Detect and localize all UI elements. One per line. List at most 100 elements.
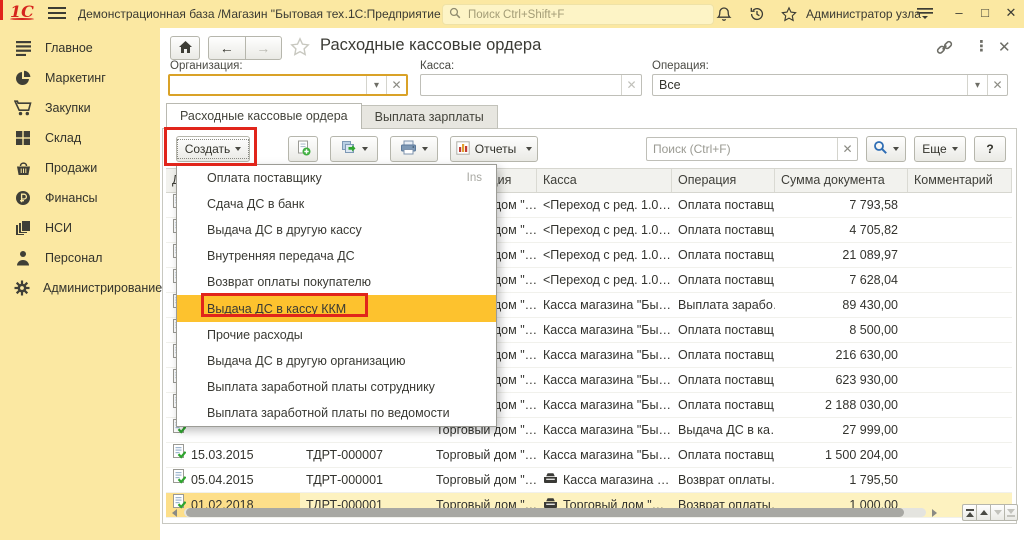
database-title: Демонстрационная база /Магазин "Бытовая … [78, 7, 356, 21]
scrollbar-thumb[interactable] [186, 508, 904, 517]
menu-item-0[interactable]: Оплата поставщикуIns [177, 165, 496, 191]
cart-icon [14, 100, 32, 116]
organization-clear-icon[interactable]: ✕ [386, 76, 406, 94]
search-clear-icon[interactable]: ✕ [837, 138, 857, 160]
close-app-button[interactable]: ✕ [1002, 5, 1020, 21]
operation-clear-icon[interactable]: ✕ [987, 75, 1007, 95]
home-button[interactable] [170, 36, 200, 60]
go-prev-button[interactable] [976, 504, 990, 521]
shortcut-label: Ins [467, 172, 496, 184]
tabs: Расходные кассовые ордераВыплата зарплат… [166, 104, 498, 129]
hamburger-menu-icon[interactable] [48, 6, 66, 23]
ruble-icon [14, 190, 32, 206]
current-user[interactable]: Администратор узла [806, 7, 921, 21]
books-icon [14, 220, 32, 236]
menu-item-3[interactable]: Внутренняя передача ДС [177, 243, 496, 269]
scroll-left-arrow[interactable] [172, 509, 177, 517]
menu-item-7[interactable]: Выдача ДС в другую организацию [177, 348, 496, 374]
list-search-box[interactable]: ✕ [646, 137, 858, 161]
magnifier-icon [873, 140, 888, 158]
create-new-button[interactable] [288, 136, 318, 162]
scroll-right-arrow[interactable] [932, 509, 937, 517]
chevron-down-icon [893, 147, 899, 151]
favorite-star-icon[interactable] [290, 37, 310, 61]
nav-buttons: ← → [208, 36, 282, 60]
column-header-6[interactable]: Комментарий [908, 169, 1012, 192]
favorites-star-icon[interactable] [781, 6, 799, 23]
new-document-icon [296, 140, 311, 159]
kassa-input[interactable]: ✕ [420, 74, 642, 96]
print-button[interactable] [390, 136, 438, 162]
table-row[interactable]: 05.04.2015ТДРТ-000001Торговый дом "…Касс… [166, 468, 1012, 493]
reports-button[interactable]: Отчеты [450, 136, 538, 162]
menu-item-9[interactable]: Выплата заработной платы по ведомости [177, 400, 496, 426]
operation-select[interactable]: Все ▾ ✕ [652, 74, 1008, 96]
global-search-box[interactable] [442, 4, 714, 25]
pie-icon [14, 70, 32, 86]
app-window: 1С Демонстрационная база /Магазин "Бытов… [0, 0, 1024, 540]
create-based-on-button[interactable] [330, 136, 378, 162]
menu-item-1[interactable]: Сдача ДС в банк [177, 191, 496, 217]
sidebar-item-person[interactable]: Персонал [0, 243, 160, 273]
chevron-down-icon [362, 147, 368, 151]
annotation-create-button-rect [164, 127, 257, 166]
sidebar-item-gear[interactable]: Администрирование [0, 273, 160, 303]
topbar: 1С Демонстрационная база /Магазин "Бытов… [0, 0, 1024, 28]
minimize-button[interactable]: – [950, 5, 968, 20]
triangle-up-icon [980, 510, 988, 515]
sidebar: ГлавноеМаркетингЗакупкиСкладПродажиФинан… [0, 28, 160, 540]
menu-item-6[interactable]: Прочие расходы [177, 322, 496, 348]
organization-input[interactable]: ▾ ✕ [168, 74, 408, 96]
page-title: Расходные кассовые ордера [320, 36, 541, 55]
more-button[interactable]: Еще [914, 136, 966, 162]
tab-0[interactable]: Расходные кассовые ордера [166, 103, 362, 129]
column-header-4[interactable]: Операция [672, 169, 775, 192]
grid-icon [14, 130, 32, 146]
operation-dropdown-icon[interactable]: ▾ [967, 75, 987, 95]
sidebar-item-ruble[interactable]: Финансы [0, 183, 160, 213]
sidebar-item-cart[interactable]: Закупки [0, 93, 160, 123]
column-header-3[interactable]: Касса [537, 169, 672, 192]
menu-item-8[interactable]: Выплата заработной платы сотруднику [177, 374, 496, 400]
sidebar-item-basket[interactable]: Продажи [0, 153, 160, 183]
notifications-bell-icon[interactable] [716, 6, 734, 23]
sidebar-item-list[interactable]: Главное [0, 33, 160, 63]
menu-item-2[interactable]: Выдача ДС в другую кассу [177, 217, 496, 243]
history-icon[interactable] [749, 6, 767, 23]
more-dots-icon[interactable]: ⋮ [974, 37, 989, 55]
forward-button[interactable]: → [245, 36, 283, 60]
kassa-clear-icon[interactable]: ✕ [621, 75, 641, 95]
report-chart-icon [456, 141, 470, 158]
service-menu-icon[interactable] [916, 6, 934, 23]
app-name: 1С:Предприятие [348, 7, 441, 21]
person-icon [14, 250, 32, 266]
help-button[interactable]: ? [974, 136, 1006, 162]
triangle-down-icon [1007, 509, 1015, 514]
go-first-button[interactable] [962, 504, 976, 521]
organization-dropdown-icon[interactable]: ▾ [366, 76, 386, 94]
back-button[interactable]: ← [208, 36, 245, 60]
link-icon[interactable] [936, 39, 953, 60]
close-form-icon[interactable]: ✕ [998, 38, 1011, 56]
printer-icon [400, 140, 417, 158]
column-header-5[interactable]: Сумма документа [775, 169, 908, 192]
annotation-menu-item-rect [201, 293, 368, 317]
maximize-button[interactable]: □ [976, 5, 994, 20]
kassa-label: Касса: [420, 60, 454, 72]
document-posted-icon [172, 469, 186, 492]
list-search-input[interactable] [647, 141, 837, 157]
sidebar-item-grid[interactable]: Склад [0, 123, 160, 153]
sidebar-item-pie[interactable]: Маркетинг [0, 63, 160, 93]
find-button[interactable] [866, 136, 906, 162]
go-next-button[interactable] [990, 504, 1004, 521]
horizontal-scrollbar[interactable] [184, 508, 926, 517]
sidebar-item-books[interactable]: НСИ [0, 213, 160, 243]
go-last-button[interactable] [1004, 504, 1018, 521]
table-row[interactable]: 15.03.2015ТДРТ-000007Торговый дом "…Касс… [166, 443, 1012, 468]
1c-logo: 1С [10, 2, 34, 20]
document-posted-icon [172, 444, 186, 467]
menu-item-4[interactable]: Возврат оплаты покупателю [177, 269, 496, 295]
chevron-down-icon [526, 147, 532, 151]
global-search-input[interactable] [466, 8, 707, 22]
tab-1[interactable]: Выплата зарплаты [362, 105, 498, 129]
